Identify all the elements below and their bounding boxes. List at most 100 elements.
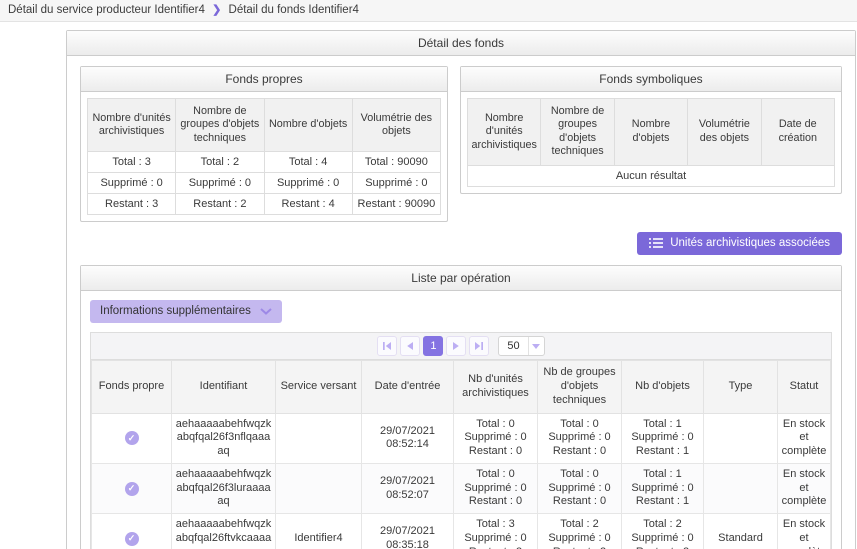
empty-result-row: Aucun résultat — [468, 165, 835, 186]
total-cell: Total : 4 — [264, 152, 352, 173]
fonds-propre-cell: ✓ — [92, 514, 172, 549]
detail-des-fonds-body: Fonds propres Nombre d'unités archivisti… — [67, 56, 855, 549]
select-chevron-icon — [528, 337, 544, 355]
associated-archival-units-button[interactable]: Unités archivistiques associées — [637, 232, 842, 255]
table-row: Supprimé : 0 Supprimé : 0 Supprimé : 0 S… — [88, 173, 441, 194]
column-header: Nombre de groupes d'objets techniques — [541, 99, 614, 166]
nb-groupes-cell: Total : 0 Supprimé : 0 Restant : 0 — [538, 463, 622, 513]
column-header: Statut — [778, 361, 831, 413]
nb-unites-cell: Total : 0 Supprimé : 0 Restant : 0 — [454, 413, 538, 463]
identifiant-cell: aehaaaaabehfwqzkabqfqal26f3nflqaaaaq — [172, 413, 276, 463]
nb-objets-cell: Total : 2 Supprimé : 0 Restant : 2 — [622, 514, 704, 549]
nb-groupes-cell: Total : 0 Supprimé : 0 Restant : 0 — [538, 413, 622, 463]
type-cell — [704, 413, 778, 463]
restant-cell: Restant : 2 — [176, 194, 264, 215]
chevron-down-icon — [260, 308, 272, 315]
empty-result-message: Aucun résultat — [468, 165, 835, 186]
table-row: ✓ aehaaaaabehfwqzkabqfqal26f3luraaaaaq 2… — [92, 463, 831, 513]
actions-row: Unités archivistiques associées — [80, 232, 842, 255]
fonds-propres-table: Nombre d'unités archivistiques Nombre de… — [87, 98, 441, 215]
check-circle-icon: ✓ — [125, 482, 139, 496]
page-size-select[interactable]: 50 — [498, 336, 544, 356]
statut-cell: En stock et complète — [778, 463, 831, 513]
fonds-propres-panel: Fonds propres Nombre d'unités archivisti… — [80, 66, 448, 222]
fonds-propres-body: Nombre d'unités archivistiques Nombre de… — [81, 92, 447, 221]
column-header: Service versant — [276, 361, 362, 413]
check-circle-icon: ✓ — [125, 431, 139, 445]
nb-objets-cell: Total : 1 Supprimé : 0 Restant : 1 — [622, 463, 704, 513]
supprime-cell: Supprimé : 0 — [352, 173, 440, 194]
table-row: ✓ aehaaaaabehfwqzkabqfqal26ftvkcaaaaaq I… — [92, 514, 831, 549]
breadcrumb-item-service-producteur[interactable]: Détail du service producteur Identifier4 — [8, 4, 205, 16]
current-page-button[interactable]: 1 — [423, 336, 443, 356]
liste-par-operation-body: Informations supplémentaires 1 — [81, 291, 841, 549]
additional-info-button[interactable]: Informations supplémentaires — [90, 300, 282, 323]
total-cell: Total : 3 — [88, 152, 176, 173]
fonds-propre-cell: ✓ — [92, 463, 172, 513]
nb-unites-cell: Total : 0 Supprimé : 0 Restant : 0 — [454, 463, 538, 513]
column-header: Nombre d'objets — [264, 99, 352, 152]
table-header-row: Nombre d'unités archivistiques Nombre de… — [88, 99, 441, 152]
pagination: 1 50 — [91, 333, 831, 360]
column-header: Nombre d'unités archivistiques — [468, 99, 541, 166]
statut-cell: En stock et complète — [778, 413, 831, 463]
service-versant-cell — [276, 463, 362, 513]
associated-units-label: Unités archivistiques associées — [670, 237, 830, 249]
column-header: Identifiant — [172, 361, 276, 413]
page-size-value: 50 — [499, 340, 527, 352]
restant-cell: Restant : 4 — [264, 194, 352, 215]
column-header: Nb de groupes d'objets techniques — [538, 361, 622, 413]
identifiant-cell: aehaaaaabehfwqzkabqfqal26f3luraaaaaq — [172, 463, 276, 513]
liste-par-operation-title: Liste par opération — [81, 266, 841, 291]
nb-groupes-cell: Total : 2 Supprimé : 0 Restant : 2 — [538, 514, 622, 549]
breadcrumb-chevron-icon: ❯ — [212, 4, 221, 16]
breadcrumb: Détail du service producteur Identifier4… — [0, 0, 857, 22]
detail-des-fonds-panel: Détail des fonds Fonds propres Nombre d'… — [66, 30, 856, 549]
statut-cell: En stock et complète — [778, 514, 831, 549]
type-cell — [704, 463, 778, 513]
date-entree-cell: 29/07/2021 08:52:14 — [362, 413, 454, 463]
fonds-symboliques-table: Nombre d'unités archivistiques Nombre de… — [467, 98, 835, 187]
column-header: Nombre d'objets — [614, 99, 687, 166]
next-page-button[interactable] — [446, 336, 466, 356]
table-header-row: Nombre d'unités archivistiques Nombre de… — [468, 99, 835, 166]
operations-table-container: 1 50 — [90, 332, 832, 549]
fonds-symboliques-body: Nombre d'unités archivistiques Nombre de… — [461, 92, 841, 193]
operations-table: Fonds propre Identifiant Service versant… — [91, 360, 831, 549]
column-header: Nb d'objets — [622, 361, 704, 413]
column-header: Fonds propre — [92, 361, 172, 413]
table-row: Restant : 3 Restant : 2 Restant : 4 Rest… — [88, 194, 441, 215]
fonds-symboliques-panel: Fonds symboliques Nombre d'unités archiv… — [460, 66, 842, 194]
supprime-cell: Supprimé : 0 — [176, 173, 264, 194]
fonds-summary-row: Fonds propres Nombre d'unités archivisti… — [80, 66, 842, 222]
restant-cell: Restant : 3 — [88, 194, 176, 215]
identifiant-cell: aehaaaaabehfwqzkabqfqal26ftvkcaaaaaq — [172, 514, 276, 549]
table-header-row: Fonds propre Identifiant Service versant… — [92, 361, 831, 413]
list-icon — [649, 237, 663, 249]
table-row: Total : 3 Total : 2 Total : 4 Total : 90… — [88, 152, 441, 173]
service-versant-cell — [276, 413, 362, 463]
check-circle-icon: ✓ — [125, 532, 139, 546]
table-row: ✓ aehaaaaabehfwqzkabqfqal26f3nflqaaaaq 2… — [92, 413, 831, 463]
additional-info-label: Informations supplémentaires — [100, 305, 251, 317]
breadcrumb-item-fonds[interactable]: Détail du fonds Identifier4 — [229, 4, 359, 16]
total-cell: Total : 2 — [176, 152, 264, 173]
first-page-button[interactable] — [377, 336, 397, 356]
date-entree-cell: 29/07/2021 08:52:07 — [362, 463, 454, 513]
column-header: Nombre de groupes d'objets techniques — [176, 99, 264, 152]
column-header: Date d'entrée — [362, 361, 454, 413]
column-header: Date de création — [761, 99, 834, 166]
service-versant-cell: Identifier4 — [276, 514, 362, 549]
supprime-cell: Supprimé : 0 — [88, 173, 176, 194]
nb-objets-cell: Total : 1 Supprimé : 0 Restant : 1 — [622, 413, 704, 463]
previous-page-button[interactable] — [400, 336, 420, 356]
type-cell: Standard — [704, 514, 778, 549]
restant-cell: Restant : 90090 — [352, 194, 440, 215]
column-header: Nombre d'unités archivistiques — [88, 99, 176, 152]
date-entree-cell: 29/07/2021 08:35:18 — [362, 514, 454, 549]
column-header: Volumétrie des objets — [352, 99, 440, 152]
supprime-cell: Supprimé : 0 — [264, 173, 352, 194]
last-page-button[interactable] — [469, 336, 489, 356]
liste-par-operation-panel: Liste par opération Informations supplém… — [80, 265, 842, 549]
nb-unites-cell: Total : 3 Supprimé : 0 Restant : 3 — [454, 514, 538, 549]
